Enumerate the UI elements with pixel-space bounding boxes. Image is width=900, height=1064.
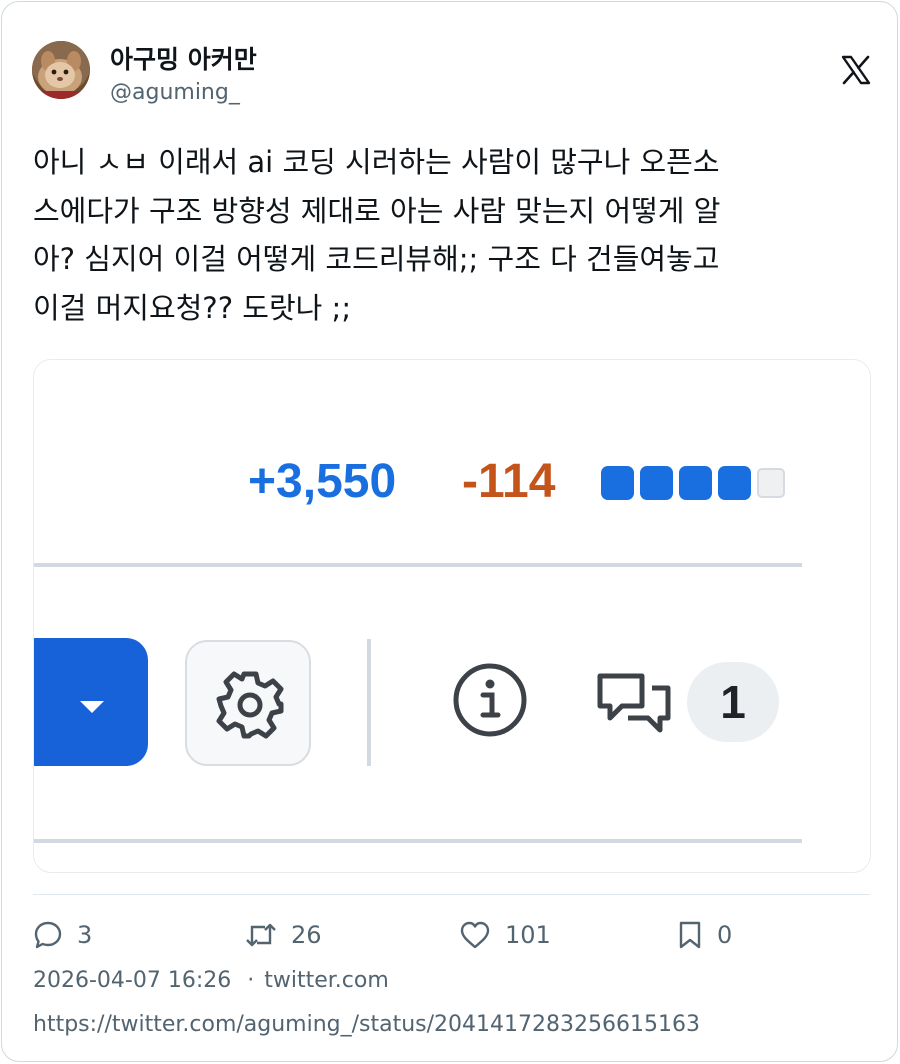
tweet-text: 아니 ㅅㅂ 이래서 ai 코딩 시러하는 사람이 많구나 오픈소 스에다가 구조… <box>33 138 863 332</box>
comments-icon <box>596 672 672 738</box>
tweet-text-line: 아니 ㅅㅂ 이래서 ai 코딩 시러하는 사람이 많구나 오픈소 <box>33 145 720 179</box>
tweet-meta: 2026-04-07 16:26 · twitter.com <box>33 968 389 993</box>
heart-icon <box>460 921 490 949</box>
info-icon <box>452 662 528 742</box>
diffstat-block-added <box>601 466 634 500</box>
like-button[interactable]: 101 <box>459 915 551 955</box>
retweet-icon <box>246 923 276 947</box>
comment-count-badge: 1 <box>687 662 779 742</box>
user-handle[interactable]: @aguming_ <box>110 80 240 105</box>
reply-count: 3 <box>77 921 93 949</box>
bookmark-count: 0 <box>717 921 733 949</box>
reply-button[interactable]: 3 <box>33 915 92 955</box>
pull-request-screenshot: +3,550 -114 1 <box>34 360 870 872</box>
diffstat-block-neutral <box>757 468 785 498</box>
display-name[interactable]: 아구밍 아커만 <box>110 40 257 76</box>
reply-icon <box>34 921 62 949</box>
tweet-text-line: 아? 심지어 이걸 어떻게 코드리뷰해;; 구조 다 건들여놓고 <box>33 242 720 276</box>
meta-separator: · <box>247 968 255 993</box>
attached-image[interactable]: +3,550 -114 1 <box>33 359 871 873</box>
diffstat-block-added <box>718 466 751 500</box>
retweet-count: 26 <box>291 921 322 949</box>
tweet-card: 아구밍 아커만 @aguming_ 아니 ㅅㅂ 이래서 ai 코딩 시러하는 사… <box>1 1 898 1062</box>
avatar[interactable] <box>32 41 90 99</box>
tweet-text-line: 이걸 머지요청?? 도랏나 ;; <box>33 290 352 325</box>
like-count: 101 <box>505 921 551 949</box>
timestamp[interactable]: 2026-04-07 16:26 <box>33 968 231 993</box>
divider <box>34 839 802 843</box>
divider <box>367 639 371 766</box>
diffstat-block-added <box>640 466 673 500</box>
tweet-url[interactable]: https://twitter.com/aguming_/status/2041… <box>33 1012 700 1037</box>
bookmark-button[interactable]: 0 <box>677 915 732 955</box>
bookmark-icon <box>679 921 701 949</box>
deletions-count: -114 <box>462 455 556 508</box>
divider <box>34 563 802 567</box>
divider <box>33 894 870 895</box>
retweet-button[interactable]: 26 <box>245 915 322 955</box>
tweet-text-line: 스에다가 구조 방향성 제대로 아는 사람 맞는지 어떻게 알 <box>33 193 721 228</box>
additions-count: +3,550 <box>248 455 397 508</box>
settings-button <box>185 640 311 766</box>
source-link[interactable]: twitter.com <box>264 968 389 993</box>
diffstat-block-added <box>679 466 712 500</box>
gear-icon <box>216 671 284 739</box>
x-logo-icon[interactable] <box>840 54 872 86</box>
chevron-down-icon <box>80 701 104 713</box>
